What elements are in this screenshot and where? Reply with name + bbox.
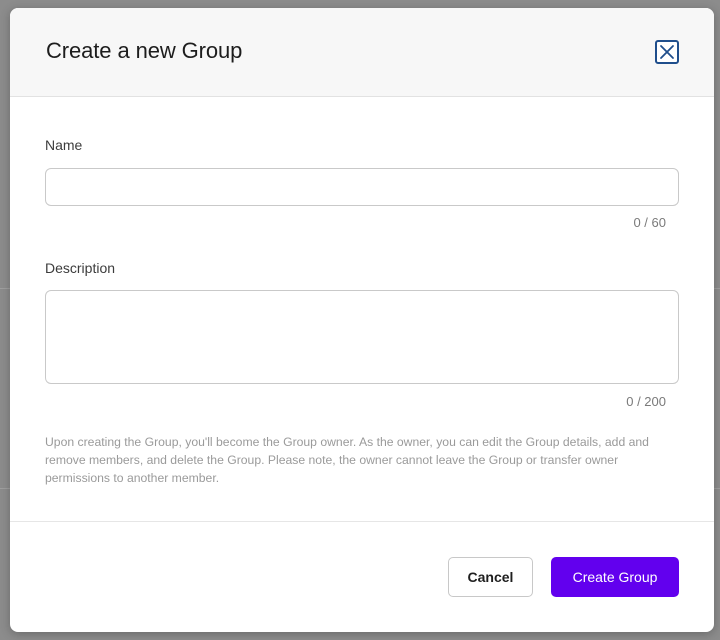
- name-label: Name: [45, 137, 83, 153]
- description-input[interactable]: [45, 290, 679, 384]
- description-char-counter: 0 / 200: [626, 394, 666, 409]
- name-input[interactable]: [45, 168, 679, 206]
- name-char-counter: 0 / 60: [633, 215, 666, 230]
- ownership-note: Upon creating the Group, you'll become t…: [45, 435, 649, 485]
- modal-overlay: Create a new Group Name 0 / 60 Descripti…: [0, 0, 720, 640]
- create-group-button[interactable]: Create Group: [551, 557, 679, 597]
- description-label: Description: [45, 260, 116, 276]
- dialog-title: Create a new Group: [46, 38, 243, 63]
- close-button[interactable]: [655, 40, 679, 64]
- footer-divider: [10, 521, 714, 522]
- close-icon: [660, 45, 674, 59]
- create-group-dialog: Create a new Group Name 0 / 60 Descripti…: [10, 8, 714, 632]
- cancel-button[interactable]: Cancel: [448, 557, 533, 597]
- dialog-header: Create a new Group: [10, 8, 714, 97]
